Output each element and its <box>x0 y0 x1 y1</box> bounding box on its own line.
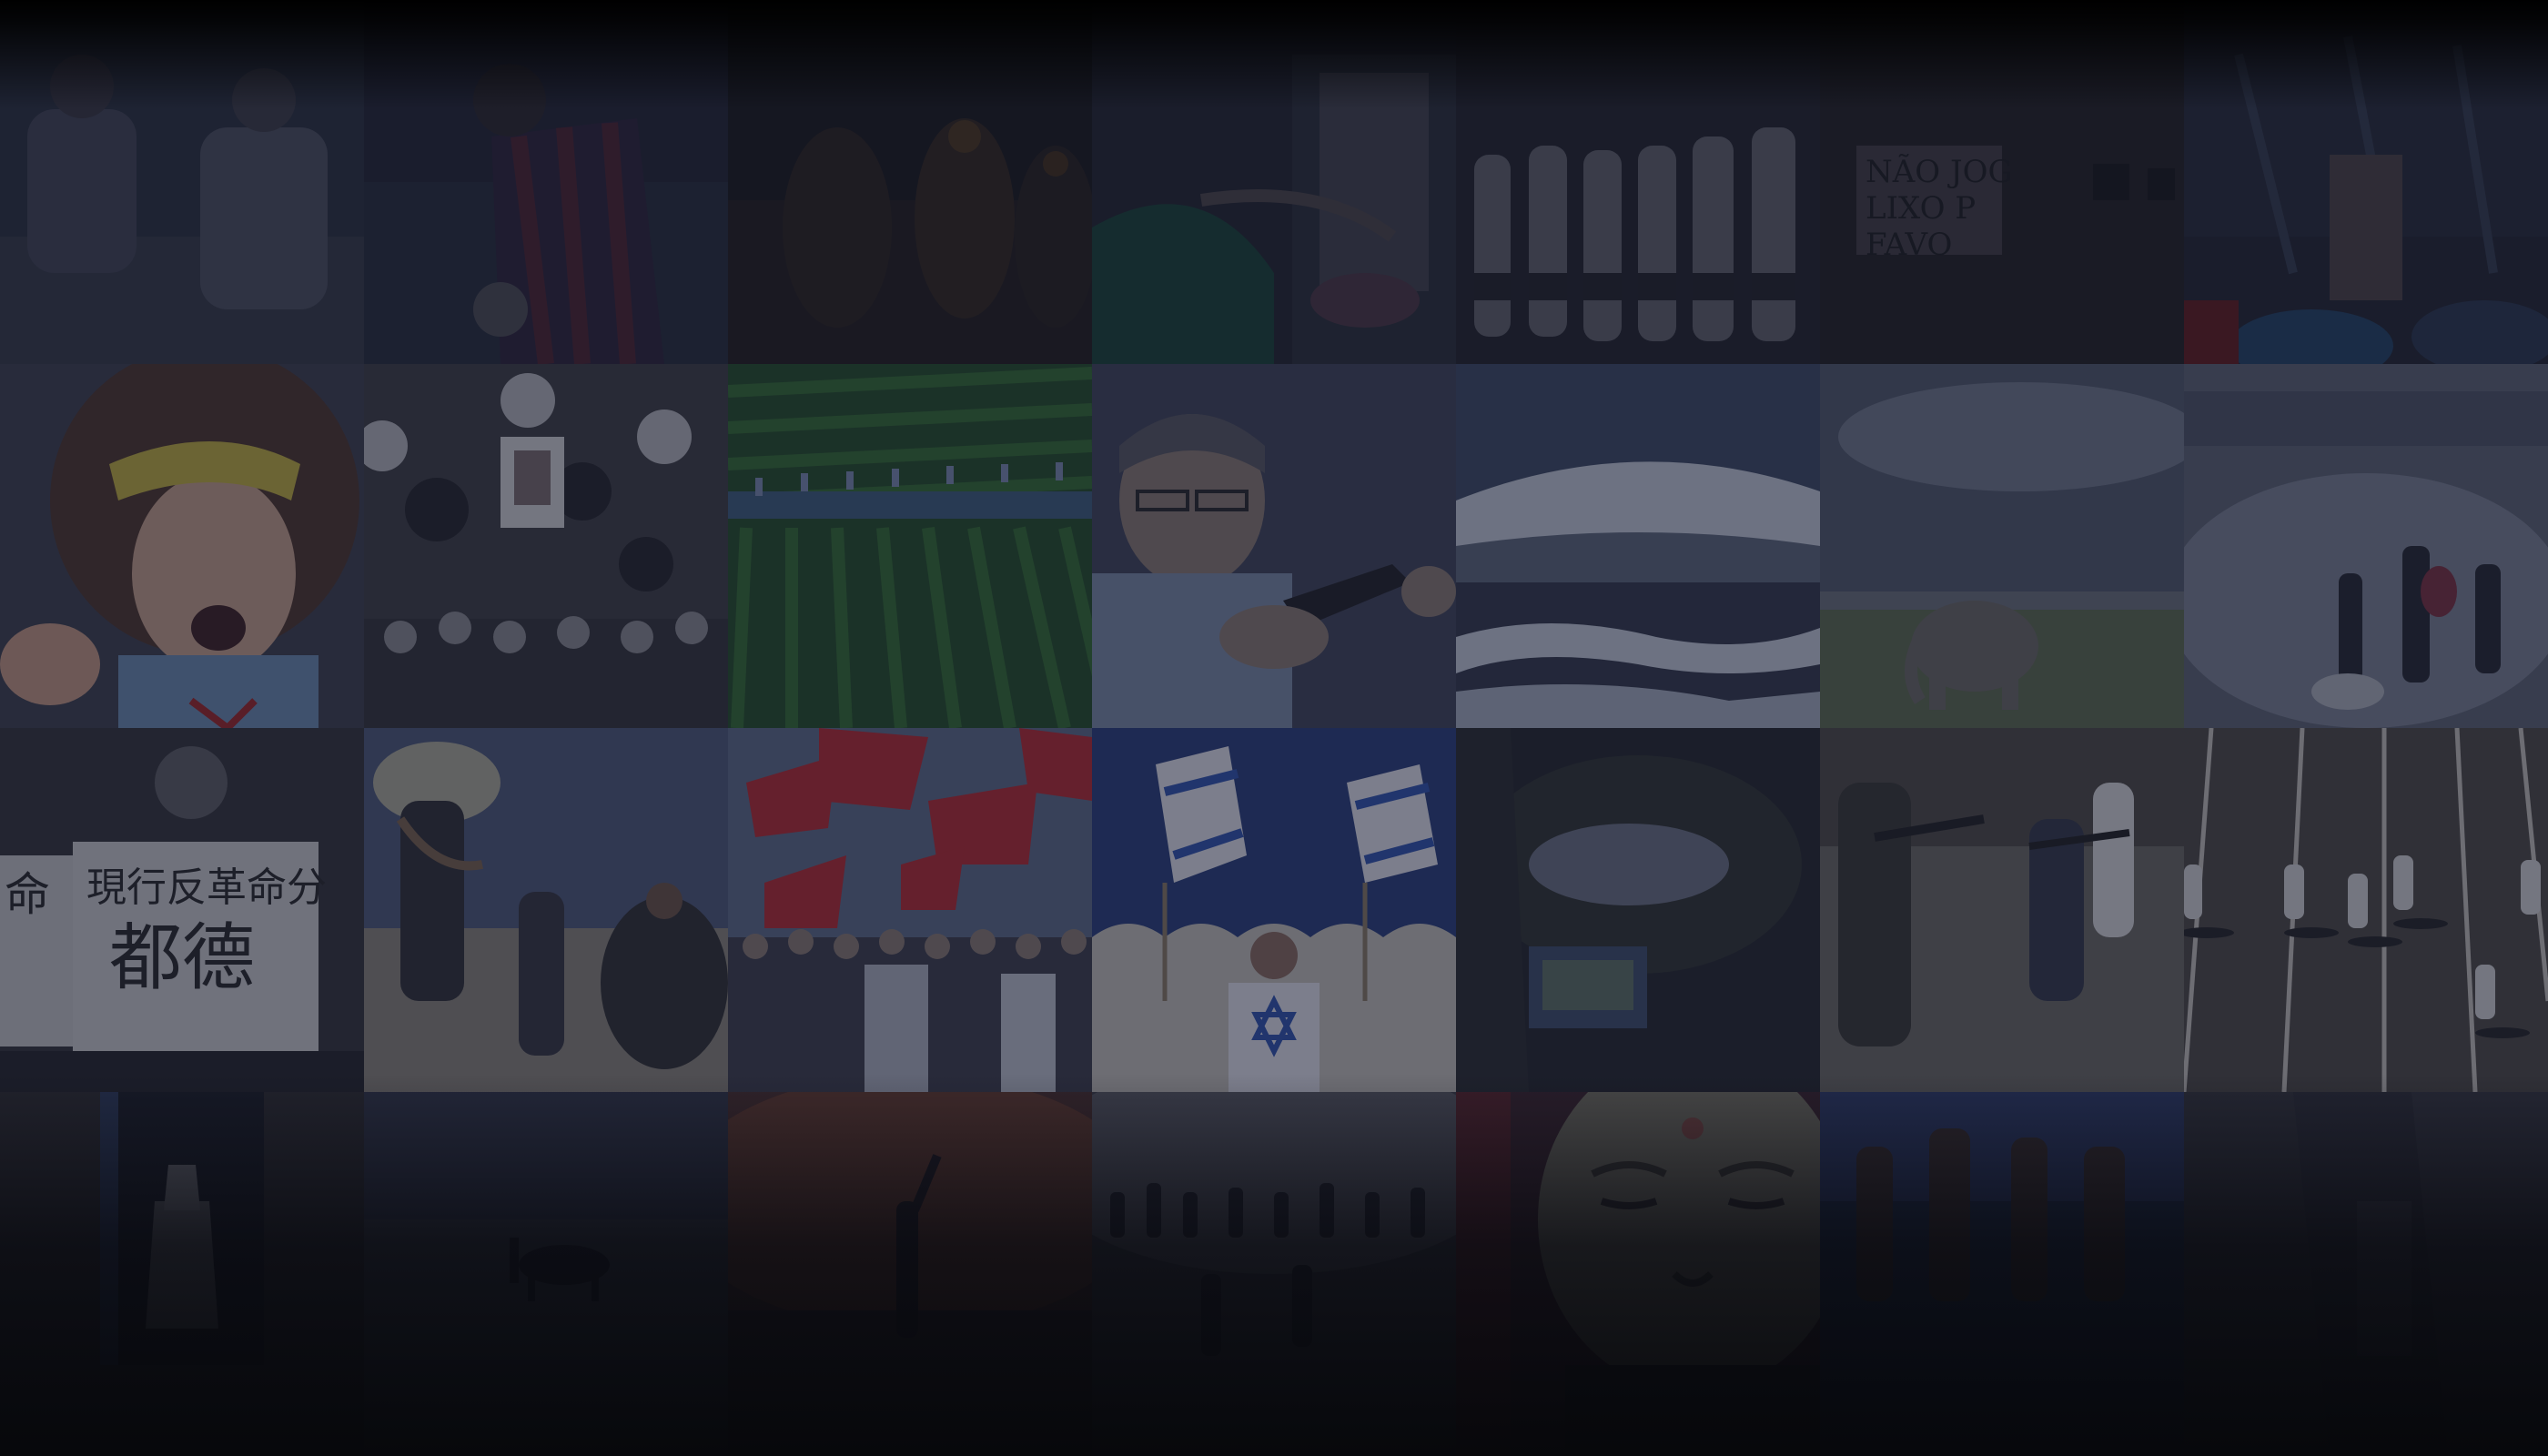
photo-tile-dancers-blue-light <box>1820 1092 2184 1456</box>
photo-tile-tear-gas-protest <box>2184 364 2548 728</box>
photo-tile-boy-with-placards: 現行反革命分 都德 命 <box>0 728 364 1092</box>
photo-tile-football-player <box>364 0 728 364</box>
photo-mosaic-background: NÃO JOG LIXO P FAVO 現行反革命分 都德 命 <box>0 0 2548 1456</box>
placard-left-text: 命 <box>5 868 50 921</box>
photo-tile-landscape-painting <box>1456 728 1820 1092</box>
photo-tile-sunset-silhouette <box>728 1092 1092 1456</box>
photo-tile-snowy-volcano <box>1456 364 1820 728</box>
photo-tile-crowd-at-night <box>728 0 1092 364</box>
photo-tile-dark-interior <box>2184 1092 2548 1456</box>
photo-tile-crowd-balloons <box>364 364 728 728</box>
placard-right-bottom-text: 都德 <box>109 915 255 1000</box>
graffiti-sign-line-3: FAVO <box>1866 227 1952 263</box>
photo-tile-young-men-walking <box>0 0 364 364</box>
photo-tile-group-in-fog <box>1092 1092 1456 1456</box>
photo-tile-graffiti-wall: NÃO JOG LIXO P FAVO <box>1820 0 2184 364</box>
photo-tile-line-of-men <box>1456 0 1820 364</box>
photo-tile-israeli-flags <box>1092 728 1456 1092</box>
photo-tile-armed-men-street <box>1820 728 2184 1092</box>
photo-tile-misty-field <box>364 1092 728 1456</box>
photo-tile-red-flags-crowd <box>728 728 1092 1092</box>
graffiti-sign-line-2: LIXO P <box>1866 190 1976 227</box>
graffiti-sign-line-1: NÃO JOG <box>1866 154 2013 190</box>
photo-tile-man-at-microphone <box>1092 364 1456 728</box>
photo-tile-buddha-face <box>1456 1092 1820 1456</box>
placard-right-top-text: 現行反革命分 <box>86 864 327 911</box>
photo-tile-elephant-field <box>1820 364 2184 728</box>
photo-tile-women-carrying-bundles <box>364 728 728 1092</box>
photo-tile-green-field-aerial <box>728 364 1092 728</box>
photo-tile-runners-on-track <box>2184 728 2548 1092</box>
photo-tile-woman-green-dress <box>1092 0 1456 364</box>
photo-tile-figure-in-doorway <box>0 1092 364 1456</box>
photo-tile-young-protester <box>0 364 364 728</box>
photo-tile-market-stall <box>2184 0 2548 364</box>
